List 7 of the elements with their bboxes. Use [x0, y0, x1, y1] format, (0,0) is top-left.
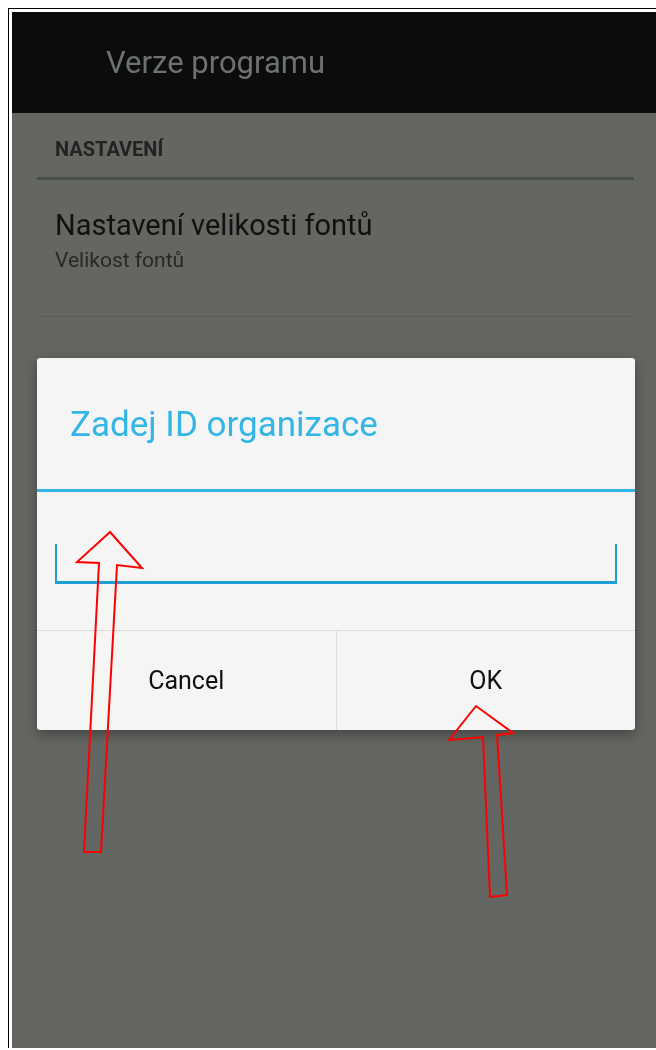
dialog-button[interactable]: OK — [335, 631, 635, 730]
dialog-title: Zadej ID organizace — [37, 358, 635, 492]
setting-summary: Velikost fontů — [55, 248, 186, 272]
dialog-button[interactable]: Cancel — [37, 631, 336, 730]
category-header: NASTAVENÍ — [37, 113, 634, 180]
input-field[interactable] — [55, 544, 617, 584]
screen-title: Verze programu — [106, 44, 325, 81]
